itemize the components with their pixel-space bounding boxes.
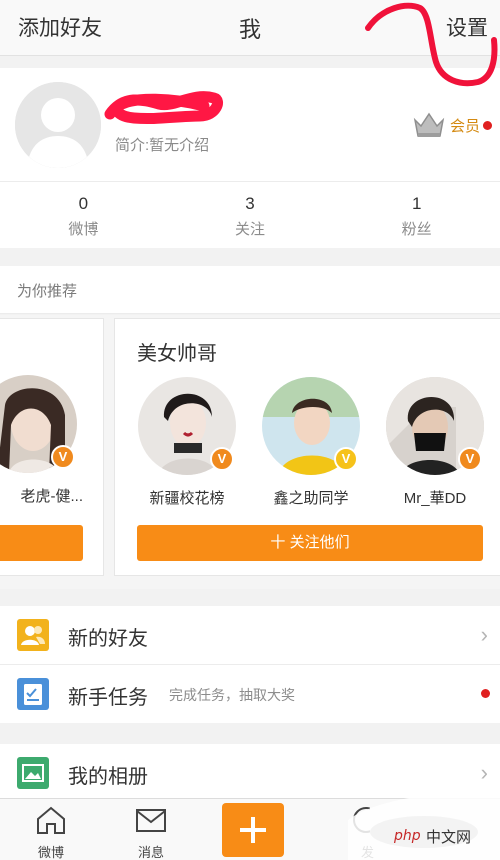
new-friends-icon (17, 619, 49, 651)
mail-icon (136, 809, 166, 832)
person-avatar[interactable]: V (0, 375, 77, 473)
profile-stats: 0 微博 3 关注 1 粉丝 (0, 182, 500, 248)
person-name: 新疆校花榜 (149, 490, 225, 507)
recommend-card-previous[interactable]: V 老虎-健... (0, 318, 104, 576)
verified-badge-icon: V (334, 447, 358, 471)
list-item-label: 新手任务 (68, 687, 148, 709)
recommend-title: 为你推荐 (17, 283, 78, 300)
notification-dot (481, 689, 490, 698)
stat-following-count: 3 (245, 194, 255, 213)
list-item-label: 新的好友 (68, 628, 148, 650)
recommend-header: 为你推荐 (0, 266, 500, 314)
person-name: Mr_華DD (403, 490, 467, 507)
stat-following-label: 关注 (235, 221, 266, 238)
stat-posts-label: 微博 (68, 221, 99, 238)
watermark-text: 中文网 (426, 829, 472, 846)
person-avatar[interactable]: V (386, 377, 484, 475)
list-item-newbie-tasks[interactable]: 新手任务 完成任务，抽取大奖 (0, 665, 500, 723)
verified-badge-icon: V (51, 445, 75, 469)
photo-album-icon (17, 757, 49, 789)
profile-bio: 简介:暂无介绍 (115, 137, 210, 154)
person-avatar[interactable]: V (262, 377, 360, 475)
recommended-person[interactable]: V 鑫之助同学 (256, 377, 366, 508)
plus-icon (240, 817, 266, 843)
recommended-person[interactable]: V 老虎-健... (0, 375, 83, 506)
vip-membership[interactable]: 会员 (412, 110, 492, 140)
person-avatar[interactable]: V (138, 377, 236, 475)
stat-followers-count: 1 (411, 194, 422, 213)
chevron-right-icon: › (480, 622, 488, 647)
tab-label: 消息 (137, 845, 164, 860)
person-name: 老虎-健... (20, 488, 84, 505)
follow-all-button[interactable]: 十 关注他们 (137, 525, 483, 561)
notification-dot (483, 120, 492, 130)
list-item-subtitle: 完成任务，抽取大奖 (169, 687, 295, 703)
tab-label: 微博 (37, 845, 64, 860)
chevron-right-icon: › (480, 760, 488, 785)
card-title: 美女帅哥 (137, 343, 217, 365)
top-bar: 添加好友 我 设置 (0, 0, 500, 56)
recommend-card[interactable]: 美女帅哥 V 新疆校花榜 V 鑫之助同学 V Mr_華DD 十 关注他们 (114, 318, 500, 576)
avatar[interactable] (15, 82, 101, 168)
tab-messages[interactable]: 消息 (116, 805, 186, 860)
task-list-icon (17, 678, 49, 710)
list-item-new-friends[interactable]: 新的好友 › (0, 606, 500, 664)
recommended-person[interactable]: V 新疆校花榜 (132, 377, 242, 508)
settings-button[interactable]: 设置 (446, 12, 488, 42)
compose-plus-button[interactable] (222, 803, 284, 857)
follow-button-previous[interactable] (0, 525, 83, 561)
php-cn-watermark: php 中文网 (348, 790, 500, 860)
vip-label: 会员 (449, 117, 480, 135)
crown-icon (413, 112, 445, 137)
stat-posts-count: 0 (78, 194, 89, 213)
tab-home[interactable]: 微博 (16, 805, 86, 860)
recommended-person[interactable]: V Mr_華DD (380, 377, 490, 508)
profile-card[interactable]: 简介:暂无介绍 会员 0 微博 3 关注 1 粉丝 (0, 68, 500, 248)
verified-badge-icon: V (458, 447, 482, 471)
svg-text:php: php (393, 828, 421, 844)
person-name: 鑫之助同学 (273, 490, 349, 507)
recommend-carousel[interactable]: V 老虎-健... 美女帅哥 V 新疆校花榜 V 鑫之助同学 V Mr_華DD … (0, 315, 500, 589)
home-icon (37, 806, 65, 834)
stat-followers-label: 粉丝 (401, 221, 432, 238)
verified-badge-icon: V (210, 447, 234, 471)
page-title: 我 (238, 17, 261, 42)
stat-following[interactable]: 3 关注 (167, 182, 334, 248)
stat-followers[interactable]: 1 粉丝 (333, 182, 500, 248)
stat-posts[interactable]: 0 微博 (0, 182, 167, 248)
list-item-label: 我的相册 (68, 766, 148, 788)
